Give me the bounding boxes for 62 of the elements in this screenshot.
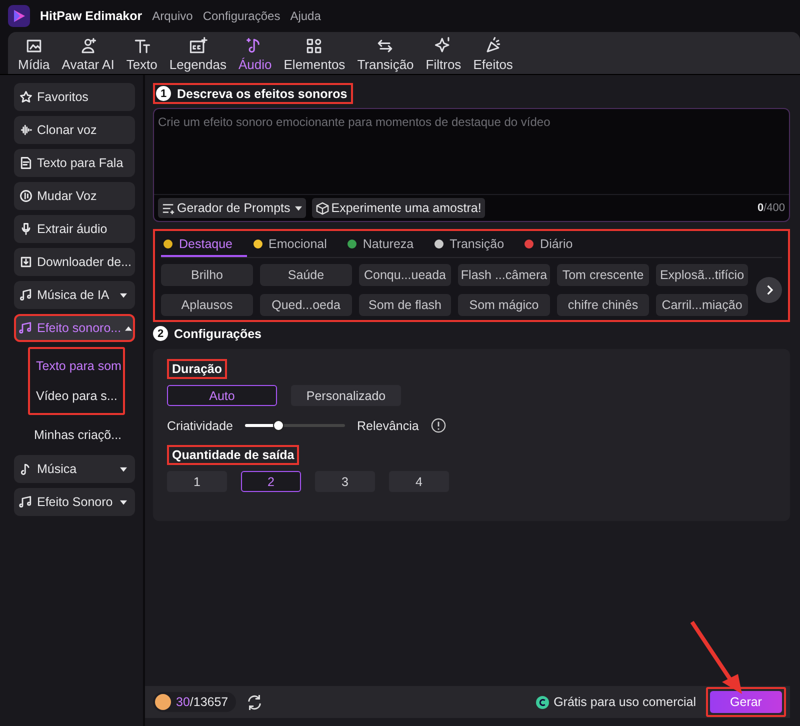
sound-chip[interactable]: Tom crescente xyxy=(557,264,649,286)
toolbar-tab[interactable]: Transição xyxy=(351,36,420,74)
slider-label: Relevância xyxy=(357,418,419,432)
sidebar-item[interactable]: Favoritos xyxy=(14,83,135,111)
sidebar-item[interactable]: Clonar voz xyxy=(14,116,135,144)
section-heading: 1 Descreva os efeitos sonoros xyxy=(153,83,354,104)
quantity-label: Quantidade de saída xyxy=(167,445,300,465)
toolbar-tab[interactable]: Áudio xyxy=(232,36,278,74)
submenu-item[interactable]: Texto para som xyxy=(30,351,123,381)
app-name: HitPaw Edimakor xyxy=(40,9,142,23)
sidebar-item[interactable]: Mudar Voz xyxy=(14,182,135,210)
duration-option[interactable]: Auto xyxy=(167,385,277,406)
sidebar-group[interactable]: Música xyxy=(14,455,135,483)
sound-chip[interactable]: Brilho xyxy=(161,264,253,286)
sound-chip[interactable]: Aplausos xyxy=(161,294,253,316)
sound-chip[interactable]: Som mágico xyxy=(458,294,550,316)
sound-chip[interactable]: Conqu...ueada xyxy=(359,264,451,286)
quantity-option[interactable]: 4 xyxy=(389,471,449,492)
menu-item[interactable]: Ajuda xyxy=(290,9,321,23)
sidebar-group[interactable]: Efeito sonoro... xyxy=(14,314,135,342)
quantity-option[interactable]: 1 xyxy=(167,471,227,492)
toolbar-tab[interactable]: Avatar AI xyxy=(56,36,120,74)
duration-label: Duração xyxy=(167,359,228,379)
category-tab[interactable]: Emocional xyxy=(250,235,341,257)
sound-chip[interactable]: Carril...miação xyxy=(656,294,748,316)
duration-option[interactable]: Personalizado xyxy=(291,385,401,406)
toolbar-tab[interactable]: Legendas xyxy=(163,36,233,74)
sound-chip[interactable]: Som de flash xyxy=(359,294,451,316)
sound-chip[interactable]: Qued...oeda xyxy=(260,294,352,316)
category-tab[interactable]: Transição xyxy=(432,235,518,257)
sidebar-group[interactable]: Música de IA xyxy=(14,281,135,309)
category-tab[interactable]: Natureza xyxy=(344,235,428,257)
sidebar-group[interactable]: Efeito Sonoro xyxy=(14,488,135,516)
sample-button[interactable]: Experimente uma amostra! xyxy=(312,198,486,218)
submenu-item[interactable]: Minhas criaçõ... xyxy=(28,420,135,450)
quantity-option[interactable]: 3 xyxy=(315,471,375,492)
character-count: 0/400 xyxy=(757,202,785,214)
sidebar-item[interactable]: Extrair áudio xyxy=(14,215,135,243)
credits-badge: 30/13657 xyxy=(153,692,236,712)
quantity-option[interactable]: 2 xyxy=(241,471,301,492)
submenu-item[interactable]: Vídeo para s... xyxy=(30,381,123,411)
sound-chip[interactable]: Flash ...câmera xyxy=(458,264,550,286)
prompt-field[interactable]: Crie um efeito sonoro emocionante para momentos de destaque do vídeo Gerador de Prompts Experimente uma amostra! 0/400 xyxy=(153,108,790,222)
slider-label: Criatividade xyxy=(167,418,234,432)
sound-chip[interactable]: Saúde xyxy=(260,264,352,286)
prompt-generator-button[interactable]: Gerador de Prompts xyxy=(158,198,306,218)
toolbar-tab[interactable]: Elementos xyxy=(278,36,352,74)
sound-chip[interactable]: Explosã...tifício xyxy=(656,264,748,286)
license-note: Grátis para uso comercial xyxy=(554,695,696,709)
toolbar-tab[interactable]: Efeitos xyxy=(467,36,519,74)
menu-item[interactable]: Arquivo xyxy=(152,9,193,23)
category-tab[interactable]: Diário xyxy=(522,235,587,257)
generate-button[interactable]: Gerar xyxy=(710,691,782,713)
sidebar-item[interactable]: Texto para Fala xyxy=(14,149,135,177)
sidebar-item[interactable]: Downloader de... xyxy=(14,248,135,276)
toolbar-tab[interactable]: Filtros xyxy=(420,36,468,74)
toolbar-tab[interactable]: Texto xyxy=(120,36,164,74)
menu-item[interactable]: Configurações xyxy=(202,9,280,23)
sound-chip[interactable]: chifre chinês xyxy=(557,294,649,316)
toolbar-tab[interactable]: Mídia xyxy=(12,36,56,74)
category-tab[interactable]: Destaque xyxy=(161,235,247,257)
section-heading: 2 Configurações xyxy=(153,324,266,343)
